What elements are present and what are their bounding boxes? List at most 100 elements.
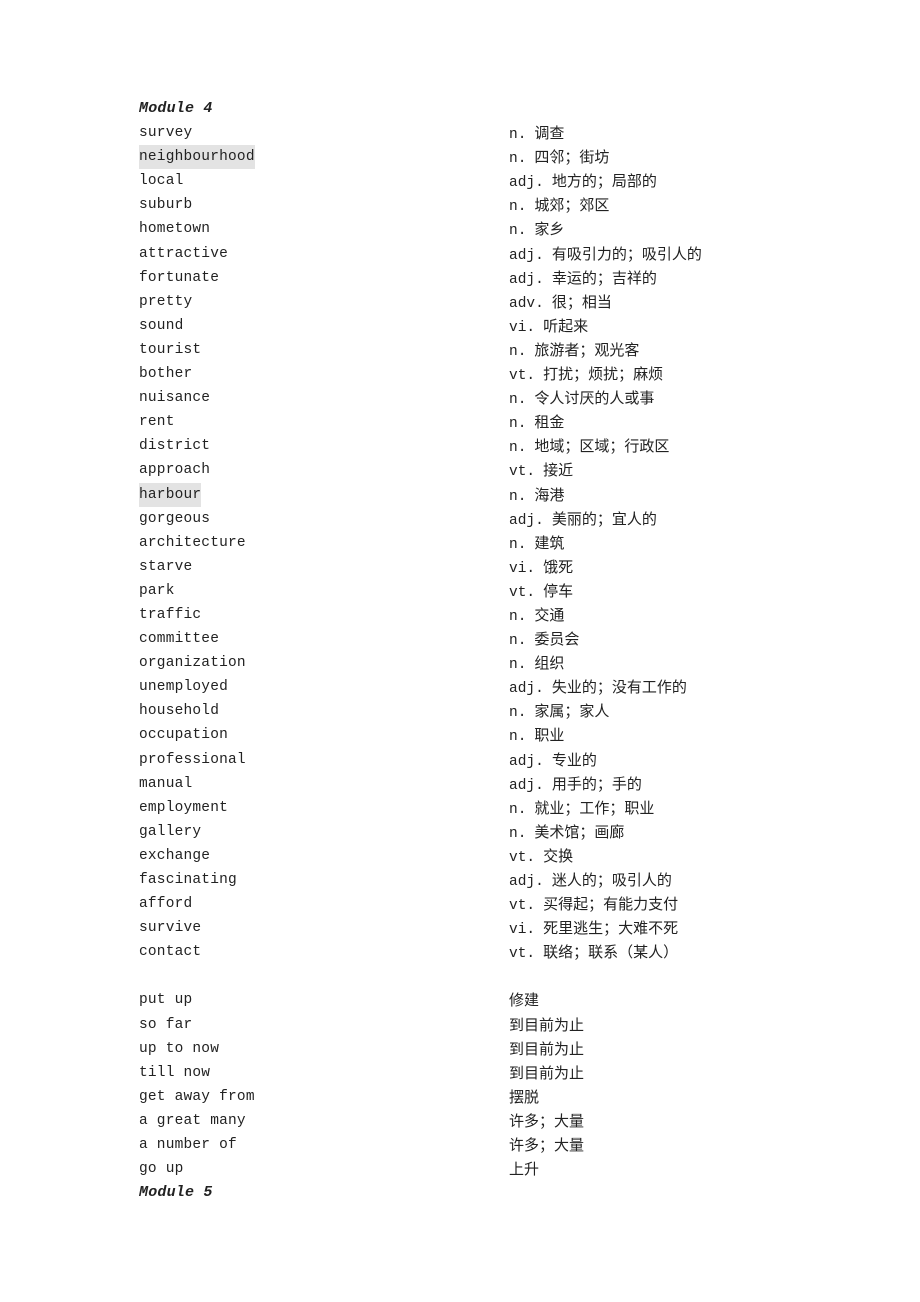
meaning: 买得起；有能力支付 — [543, 895, 679, 914]
word-row: organization n. 组织 — [139, 651, 839, 675]
chinese-definition: n. 旅游者；观光客 — [509, 338, 639, 364]
part-of-speech: vt. — [509, 584, 536, 601]
word-row: survive vi. 死里逃生；大难不死 — [139, 916, 839, 940]
part-of-speech: vt. — [509, 946, 536, 963]
english-phrase: till now — [139, 1064, 211, 1081]
meaning: 联络；联系（某人） — [543, 943, 679, 962]
part-of-speech: vt. — [509, 368, 536, 385]
meaning: 美术馆；画廊 — [534, 822, 625, 841]
meaning: 专业的 — [551, 750, 597, 769]
word-row: committee n. 委员会 — [139, 627, 839, 651]
module-title: Module 4 — [139, 100, 213, 117]
part-of-speech: vi. — [509, 922, 536, 939]
meaning: 调查 — [534, 124, 565, 143]
chinese-meaning: 到目前为止 — [509, 1039, 585, 1058]
chinese-definition: adj. 失业的；没有工作的 — [509, 675, 687, 701]
chinese-meaning: 许多；大量 — [509, 1136, 585, 1155]
english-word: tourist — [139, 341, 202, 358]
chinese-meaning: 到目前为止 — [509, 1063, 585, 1082]
english-word: employment — [139, 799, 229, 816]
chinese-definition: n. 海港 — [509, 483, 564, 509]
meaning: 租金 — [534, 413, 565, 432]
part-of-speech: n. — [509, 536, 527, 553]
english-phrase: so far — [139, 1016, 193, 1033]
meaning: 地域；区域；行政区 — [534, 437, 670, 456]
meaning: 海港 — [534, 485, 565, 504]
part-of-speech: adj. — [509, 681, 544, 698]
meaning: 就业；工作；职业 — [534, 798, 655, 817]
chinese-meaning: 修建 — [509, 991, 540, 1010]
meaning: 失业的；没有工作的 — [551, 678, 687, 697]
meaning: 交通 — [534, 605, 565, 624]
english-word: rent — [139, 414, 175, 431]
chinese-definition: n. 家属；家人 — [509, 699, 609, 725]
english-word: gallery — [139, 823, 202, 840]
part-of-speech: adv. — [509, 295, 544, 312]
word-row: gallery n. 美术馆；画廊 — [139, 820, 839, 844]
part-of-speech: n. — [509, 223, 527, 240]
meaning: 死里逃生；大难不死 — [543, 919, 679, 938]
chinese-definition: vt. 打扰；烦扰；麻烦 — [509, 362, 663, 388]
english-word: local — [139, 173, 184, 190]
module-heading: Module 5 — [139, 1181, 839, 1205]
part-of-speech: n. — [509, 440, 527, 457]
part-of-speech: adj. — [509, 512, 544, 529]
english-word: household — [139, 703, 220, 720]
word-row: contact vt. 联络；联系（某人） — [139, 940, 839, 964]
chinese-definition: vi. 听起来 — [509, 314, 588, 340]
meaning: 打扰；烦扰；麻烦 — [543, 365, 664, 384]
vocabulary-document: Module 4 survey n. 调查 neighbourhood n. 四邻；街坊 l… — [139, 97, 839, 1205]
part-of-speech: vi. — [509, 319, 536, 336]
meaning: 城郊；郊区 — [534, 196, 610, 215]
english-word: occupation — [139, 727, 229, 744]
module-heading: Module 4 — [139, 97, 839, 121]
phrase-row: till now 到目前为止 — [139, 1061, 839, 1085]
word-row: fascinating adj. 迷人的；吸引人的 — [139, 868, 839, 892]
chinese-definition: vt. 接近 — [509, 458, 573, 484]
word-row: park vt. 停车 — [139, 579, 839, 603]
part-of-speech: n. — [509, 705, 527, 722]
chinese-definition: n. 地域；区域；行政区 — [509, 434, 669, 460]
meaning: 旅游者；观光客 — [534, 340, 640, 359]
part-of-speech: adj. — [509, 777, 544, 794]
chinese-definition: adj. 有吸引力的；吸引人的 — [509, 242, 702, 268]
english-word: professional — [139, 751, 246, 768]
chinese-meaning: 摆脱 — [509, 1087, 540, 1106]
meaning: 家乡 — [534, 220, 565, 239]
english-word: committee — [139, 631, 220, 648]
word-row: afford vt. 买得起；有能力支付 — [139, 892, 839, 916]
chinese-definition: n. 租金 — [509, 410, 564, 436]
part-of-speech: n. — [509, 392, 527, 409]
chinese-definition: n. 就业；工作；职业 — [509, 796, 654, 822]
english-word: fascinating — [139, 872, 237, 888]
chinese-definition: vt. 停车 — [509, 579, 573, 605]
module-title: Module 5 — [139, 1184, 213, 1202]
word-row: occupation n. 职业 — [139, 723, 839, 747]
part-of-speech: vi. — [509, 560, 536, 577]
word-row: rent n. 租金 — [139, 410, 839, 434]
chinese-definition: vt. 买得起；有能力支付 — [509, 892, 678, 918]
word-row: neighbourhood n. 四邻；街坊 — [139, 145, 839, 170]
chinese-definition: adv. 很；相当 — [509, 290, 612, 316]
english-phrase: a great many — [139, 1112, 246, 1129]
meaning: 美丽的；宜人的 — [551, 509, 657, 528]
word-row: starve vi. 饿死 — [139, 555, 839, 579]
phrase-row: get away from 摆脱 — [139, 1085, 839, 1109]
english-word: organization — [139, 655, 246, 672]
english-word: unemployed — [139, 679, 229, 696]
part-of-speech: adj. — [509, 175, 544, 192]
part-of-speech: adj. — [509, 247, 544, 264]
meaning: 用手的；手的 — [551, 774, 642, 793]
english-word: district — [139, 438, 211, 455]
english-phrase: up to now — [139, 1040, 220, 1057]
english-word: attractive — [139, 245, 229, 262]
word-row: manual adj. 用手的；手的 — [139, 772, 839, 796]
english-word: sound — [139, 317, 184, 334]
chinese-definition: n. 城郊；郊区 — [509, 193, 609, 219]
part-of-speech: n. — [509, 199, 527, 216]
chinese-definition: vt. 交换 — [509, 844, 573, 870]
meaning: 职业 — [534, 726, 565, 745]
word-row: professional adj. 专业的 — [139, 748, 839, 772]
word-row: bother vt. 打扰；烦扰；麻烦 — [139, 362, 839, 386]
meaning: 幸运的；吉祥的 — [551, 268, 657, 287]
